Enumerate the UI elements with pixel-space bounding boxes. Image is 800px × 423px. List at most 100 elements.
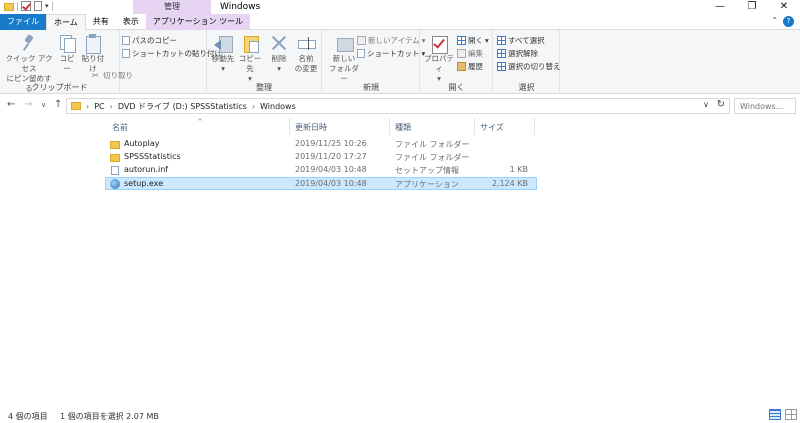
- up-arrow-icon[interactable]: ↑: [54, 99, 62, 110]
- help-icon[interactable]: ?: [783, 16, 794, 27]
- new-folder-button[interactable]: 新しい フォルダー: [327, 34, 361, 84]
- column-divider[interactable]: [289, 118, 290, 135]
- table-row-selected[interactable]: setup.exe 2019/04/03 10:48 アプリケーション 2,12…: [105, 177, 537, 190]
- copy-path-label: パスのコピー: [132, 36, 177, 45]
- breadcrumb-chevron-icon[interactable]: ›: [110, 102, 113, 111]
- item-count: 4 個の項目: [8, 412, 48, 421]
- file-size: 1 KB: [509, 165, 528, 174]
- tab-application-tools[interactable]: アプリケーション ツール: [145, 14, 251, 30]
- address-bar[interactable]: › PC › DVD ドライブ (D:) SPSSStatistics › Wi…: [66, 98, 730, 114]
- breadcrumb-chevron-icon[interactable]: ›: [86, 102, 89, 111]
- breadcrumb-dvd-drive[interactable]: DVD ドライブ (D:) SPSSStatistics: [118, 101, 247, 112]
- tab-share[interactable]: 共有: [86, 14, 116, 30]
- table-row[interactable]: autorun.inf 2019/04/03 10:48 セットアップ情報 1 …: [106, 164, 536, 177]
- file-type: セットアップ情報: [395, 166, 459, 175]
- file-type: ファイル フォルダー: [395, 153, 470, 162]
- delete-label: 削除: [271, 54, 287, 63]
- selection-info: 1 個の項目を選択 2.07 MB: [60, 412, 159, 421]
- new-folder-label-line2: フォルダー: [329, 64, 359, 83]
- column-divider[interactable]: [389, 118, 390, 135]
- properties-button[interactable]: プロパティ ▾: [423, 34, 455, 84]
- select-all-icon: [497, 36, 506, 45]
- properties-icon[interactable]: [21, 1, 31, 11]
- column-divider[interactable]: [534, 118, 535, 135]
- contextual-tab-manage[interactable]: 管理: [133, 0, 211, 14]
- pin-label-line1: クイック アクセス: [5, 54, 53, 73]
- folder-icon: [110, 154, 120, 162]
- delete-icon: [270, 34, 288, 52]
- collapse-ribbon-icon[interactable]: ⌃: [771, 16, 778, 25]
- group-select: すべて選択 選択解除 選択の切り替え 選択: [494, 30, 561, 94]
- edit-icon: [457, 49, 466, 58]
- recent-locations-icon[interactable]: ∨: [41, 101, 46, 109]
- navigation-bar: ← → ∨ ↑ › PC › DVD ドライブ (D:) SPSSStatist…: [0, 95, 800, 117]
- shortcut-button[interactable]: ショートカット ▾: [357, 48, 425, 59]
- file-name: SPSSStatistics: [124, 152, 181, 161]
- select-none-button[interactable]: 選択解除: [497, 48, 538, 59]
- column-header-date[interactable]: 更新日時: [295, 122, 327, 133]
- file-date: 2019/11/25 10:26: [295, 139, 367, 148]
- history-button[interactable]: 履歴: [457, 61, 483, 72]
- file-date: 2019/04/03 10:48: [295, 179, 367, 188]
- move-to-button[interactable]: 移動先 ▾: [211, 34, 235, 74]
- invert-selection-button[interactable]: 選択の切り替え: [497, 61, 561, 72]
- delete-button[interactable]: 削除 ▾: [268, 34, 290, 74]
- customize-dropdown-icon[interactable]: ▾: [45, 2, 49, 10]
- close-button[interactable]: ✕: [768, 0, 800, 14]
- column-header-name[interactable]: 名前: [112, 122, 128, 133]
- large-icons-view-icon[interactable]: [785, 409, 797, 420]
- breadcrumb-pc[interactable]: PC: [94, 102, 104, 111]
- sort-ascending-icon: ^: [197, 118, 203, 126]
- select-none-label: 選択解除: [508, 49, 538, 58]
- column-header-size[interactable]: サイズ: [480, 122, 504, 133]
- shortcut-icon: [357, 49, 365, 58]
- new-item-button[interactable]: 新しいアイテム ▾: [357, 35, 426, 46]
- edit-button[interactable]: 編集: [457, 48, 483, 59]
- search-input[interactable]: [734, 98, 796, 114]
- tab-home[interactable]: ホーム: [46, 14, 86, 30]
- paste-button[interactable]: 貼り付け: [80, 34, 106, 74]
- open-button[interactable]: 開く ▾: [457, 35, 489, 46]
- move-to-label: 移動先: [211, 54, 235, 63]
- properties-label: プロパティ: [424, 54, 454, 73]
- copy-to-button[interactable]: コピー先 ▾: [237, 34, 263, 84]
- history-label: 履歴: [468, 62, 483, 71]
- open-label: 開く: [468, 36, 483, 45]
- group-label-clipboard: クリップボード: [31, 83, 88, 92]
- ribbon-tabs: ファイル ホーム 共有 表示 アプリケーション ツール ⌃ ?: [0, 14, 800, 30]
- table-row[interactable]: Autoplay 2019/11/25 10:26 ファイル フォルダー: [106, 138, 536, 151]
- minimize-button[interactable]: —: [704, 0, 736, 14]
- column-divider[interactable]: [474, 118, 475, 135]
- breadcrumb-chevron-icon[interactable]: ›: [252, 102, 255, 111]
- file-list: 名前 ^ 更新日時 種類 サイズ Autoplay 2019/11/25 10:…: [105, 118, 537, 190]
- address-dropdown-icon[interactable]: ∨: [703, 100, 709, 109]
- scissors-icon: ✂: [92, 71, 99, 80]
- copy-path-button[interactable]: パスのコピー: [122, 35, 177, 46]
- file-date: 2019/11/20 17:27: [295, 152, 367, 161]
- file-size: 2,124 KB: [491, 179, 528, 188]
- rename-button[interactable]: 名前 の変更: [293, 34, 319, 74]
- cut-button[interactable]: ✂ 切り取り: [92, 70, 133, 81]
- maximize-button[interactable]: ❐: [736, 0, 768, 14]
- refresh-icon[interactable]: ↻: [717, 99, 725, 110]
- back-arrow-icon[interactable]: ←: [7, 99, 15, 110]
- new-item-label: 新しいアイテム: [368, 36, 420, 45]
- folder-icon: [71, 102, 81, 110]
- tab-view[interactable]: 表示: [116, 14, 146, 30]
- select-all-label: すべて選択: [508, 36, 545, 45]
- history-icon: [457, 62, 466, 71]
- table-row[interactable]: SPSSStatistics 2019/11/20 17:27 ファイル フォル…: [106, 151, 536, 164]
- copy-path-icon: [122, 36, 130, 45]
- rename-label-line1: 名前: [298, 54, 314, 63]
- forward-arrow-icon[interactable]: →: [24, 99, 32, 110]
- column-header-type[interactable]: 種類: [395, 122, 411, 133]
- window-controls: — ❐ ✕: [704, 0, 800, 14]
- copy-button[interactable]: コピー: [56, 34, 78, 74]
- breadcrumb-windows[interactable]: Windows: [260, 102, 296, 111]
- status-bar: 4 個の項目 1 個の項目を選択 2.07 MB: [0, 406, 800, 423]
- shortcut-label: ショートカット: [367, 49, 420, 58]
- new-folder-icon[interactable]: [34, 1, 42, 11]
- tab-file[interactable]: ファイル: [0, 14, 46, 30]
- details-view-icon[interactable]: [769, 409, 781, 420]
- select-all-button[interactable]: すべて選択: [497, 35, 545, 46]
